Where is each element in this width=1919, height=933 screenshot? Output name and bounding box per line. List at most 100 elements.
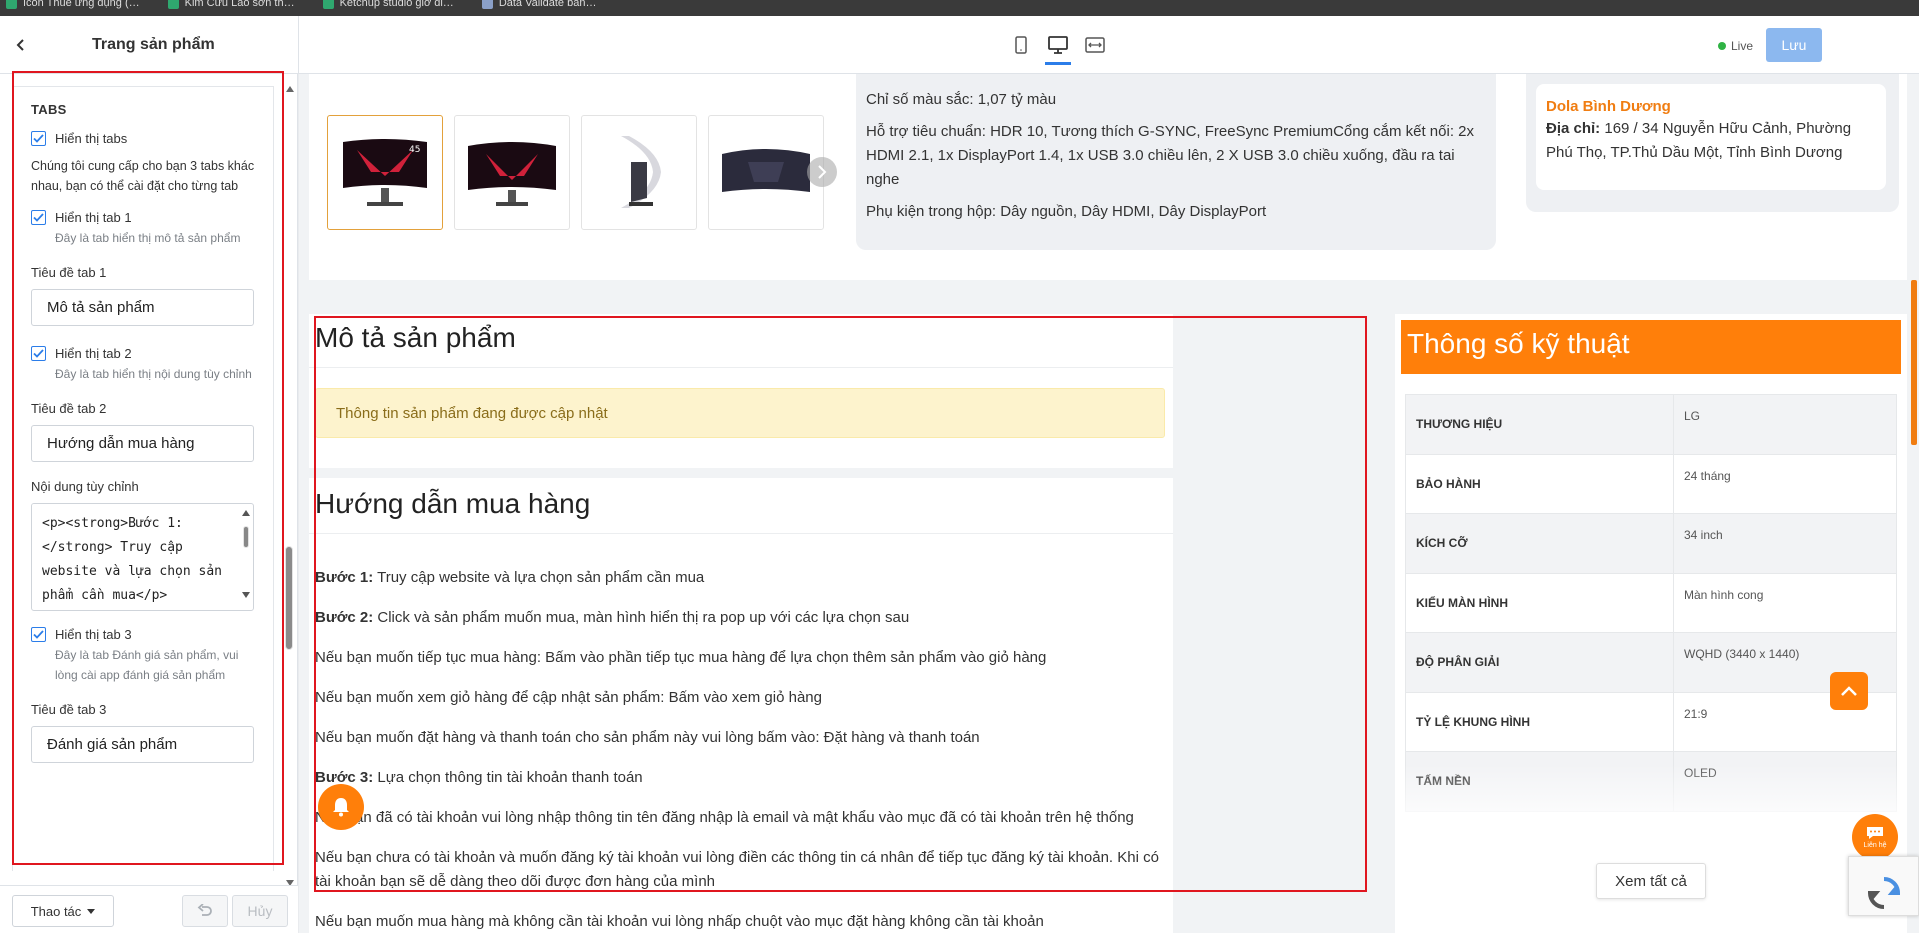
tab2-content-label: Nội dung tùy chỉnh — [31, 479, 139, 494]
spec-value: Màn hình cong — [1673, 572, 1897, 633]
recaptcha-icon — [1867, 877, 1900, 909]
spec-key: Bảo hành — [1405, 453, 1674, 514]
show-tab1-toggle[interactable]: Hiển thị tab 1 — [31, 210, 255, 225]
scroll-thumb[interactable] — [243, 526, 249, 548]
spec-key: Tỷ lệ khung hình — [1405, 691, 1674, 752]
store-address: Địa chỉ: 169 / 34 Nguyễn Hữu Cảnh, Phườn… — [1546, 120, 1852, 161]
guide-content: Bước 1: Truy cập website và lựa chọn sản… — [315, 566, 1165, 933]
show-tab3-toggle[interactable]: Hiển thị tab 3 — [31, 627, 255, 642]
bookmark-item[interactable]: Kim Cửu Lao sơn th… — [167, 0, 295, 9]
tab2-help-text: Đây là tab hiển thị nội dung tùy chỉnh — [55, 367, 252, 381]
monitor-image — [468, 141, 556, 206]
save-button[interactable]: Lưu — [1766, 28, 1822, 62]
bell-icon — [333, 798, 349, 817]
see-all-button[interactable]: Xem tất cả — [1596, 863, 1706, 899]
tab1-title-input[interactable] — [31, 289, 254, 326]
checkbox-checked-icon[interactable] — [31, 627, 46, 642]
guide-step: Nếu bạn muốn xem giỏ hàng để cập nhật sả… — [315, 686, 1165, 710]
tab3-title-input[interactable] — [31, 726, 254, 763]
bookmark-item[interactable]: Data Validate bản… — [481, 0, 596, 9]
specifications-title: Thông số kỹ thuật — [1401, 320, 1901, 374]
live-status: Live — [1718, 39, 1753, 53]
checkbox-checked-icon[interactable] — [31, 210, 46, 225]
show-tabs-toggle[interactable]: Hiển thị tabs — [31, 131, 255, 146]
live-dot-icon — [1718, 42, 1726, 50]
undo-button[interactable] — [182, 895, 228, 927]
notification-button[interactable] — [318, 784, 364, 830]
scroll-thumb[interactable] — [285, 546, 293, 650]
spec-row: Kiểu màn hình Màn hình cong — [1405, 572, 1897, 633]
bookmark-item[interactable]: Icon Thuê ứng dụng (… — [6, 0, 140, 9]
product-thumbnail[interactable]: 45 — [327, 115, 443, 230]
checkbox-checked-icon[interactable] — [31, 346, 46, 361]
desktop-view-button[interactable] — [1045, 34, 1071, 65]
guide-step-text: Truy cập website và lựa chọn sản phẩm cầ… — [373, 569, 705, 586]
show-tab2-toggle[interactable]: Hiển thị tab 2 — [31, 346, 255, 361]
product-thumbnail[interactable] — [581, 115, 697, 230]
expand-horizontal-icon — [1085, 37, 1105, 53]
page-scroll-indicator[interactable] — [1911, 280, 1917, 445]
chevron-left-icon — [16, 39, 24, 51]
scroll-down-icon[interactable] — [242, 592, 250, 598]
guide-step-text: Nếu bạn muốn đặt hàng và thanh toán cho … — [315, 729, 980, 746]
scroll-up-icon[interactable] — [242, 510, 250, 516]
back-button[interactable] — [10, 34, 32, 56]
bookmark-icon — [481, 0, 493, 9]
divider — [298, 16, 299, 74]
settings-panel: TABS Hiển thị tabs Chúng tôi cung cấp ch… — [0, 74, 298, 933]
settings-scroll-area[interactable]: TABS Hiển thị tabs Chúng tôi cung cấp ch… — [12, 86, 274, 871]
chevron-right-icon — [818, 165, 827, 179]
scroll-up-icon[interactable] — [286, 86, 294, 92]
product-thumbnail[interactable] — [454, 115, 570, 230]
product-thumbnails: 45 — [327, 115, 824, 230]
spec-row: Bảo hành 24 tháng — [1405, 453, 1897, 514]
specifications-table: Thương hiệu LG Bảo hành 24 tháng Kích cỡ 34 i… — [1405, 394, 1897, 812]
spec-line: Hỗ trợ tiêu chuẩn: HDR 10, Tương thích G… — [866, 123, 1474, 188]
spec-row: Tỷ lệ khung hình 21:9 — [1405, 691, 1897, 752]
spec-key: Kích cỡ — [1405, 513, 1674, 574]
specifications-fade — [1395, 764, 1907, 933]
spec-value: 34 inch — [1673, 513, 1897, 574]
fullwidth-view-button[interactable] — [1084, 34, 1106, 56]
spec-line: Phụ kiện trong hộp: Dây nguồn, Dây HDMI,… — [866, 203, 1267, 220]
page-title: Trang sản phẩm — [92, 36, 215, 53]
recaptcha-badge — [1848, 856, 1919, 916]
mobile-icon — [1015, 36, 1027, 54]
tab2-title-input[interactable] — [31, 425, 254, 462]
textarea-scrollbar[interactable] — [241, 508, 251, 604]
tab3-help-text: Đây là tab Đánh giá sản phẩm, vui lòng c… — [55, 648, 239, 682]
contact-button[interactable]: Liên hệ — [1852, 814, 1898, 860]
store-name: Dola Bình Dương — [1546, 98, 1671, 115]
guide-step: Bước 2: Click và sản phẩm muốn mua, màn … — [315, 606, 1165, 630]
checkbox-checked-icon[interactable] — [31, 131, 46, 146]
tab1-title-label: Tiêu đề tab 1 — [31, 265, 107, 280]
product-summary-card: 45 Chỉ số màu sắc: 1,07 tỷ màu Hỗ trợ ti… — [309, 74, 1907, 280]
description-notice: Thông tin sản phẩm đang được cập nhật — [315, 388, 1165, 438]
cancel-button[interactable]: Hủy — [232, 895, 288, 927]
caret-down-icon — [87, 908, 96, 914]
mobile-view-button[interactable] — [1010, 34, 1032, 56]
actions-dropdown-button[interactable]: Thao tác — [12, 895, 114, 927]
guide-step: Nếu bạn chưa có tài khoản và muốn đăng k… — [315, 846, 1165, 894]
store-list: Dola Bình Dương Địa chỉ: 169 / 34 Nguyễn… — [1526, 74, 1899, 212]
spec-key: Độ phân giải — [1405, 632, 1674, 693]
tab2-content-textarea[interactable]: <p><strong>Bước 1:</strong> Truy cập web… — [32, 504, 237, 608]
svg-text:45: 45 — [409, 145, 420, 155]
panel-scrollbar[interactable] — [284, 86, 296, 886]
guide-step: Nếu bạn đã có tài khoản vui lòng nhập th… — [315, 806, 1165, 830]
bookmark-icon — [6, 0, 17, 9]
guide-step: Bước 3: Lựa chọn thông tin tài khoản tha… — [315, 766, 1165, 790]
scroll-to-top-button[interactable] — [1830, 672, 1868, 710]
monitor-image — [722, 148, 810, 192]
guide-step: Bước 1: Truy cập website và lựa chọn sản… — [315, 566, 1165, 590]
description-tab-title: Mô tả sản phẩm — [309, 314, 1173, 368]
tab3-title-label: Tiêu đề tab 3 — [31, 702, 107, 717]
bookmark-icon — [167, 0, 179, 9]
guide-step: Nếu bạn muốn tiếp tục mua hàng: Bấm vào … — [315, 646, 1165, 670]
browser-bookmarks-bar: Icon Thuê ứng dụng (… Kim Cửu Lao sơn th… — [0, 0, 1919, 16]
spec-value: 24 tháng — [1673, 453, 1897, 514]
bookmark-item[interactable]: Ketchup studio giờ đi… — [322, 0, 454, 9]
thumbnail-next-button[interactable] — [807, 157, 837, 187]
guide-step-label: Bước 2: — [315, 609, 374, 626]
spec-line: Chỉ số màu sắc: 1,07 tỷ màu — [866, 91, 1057, 108]
